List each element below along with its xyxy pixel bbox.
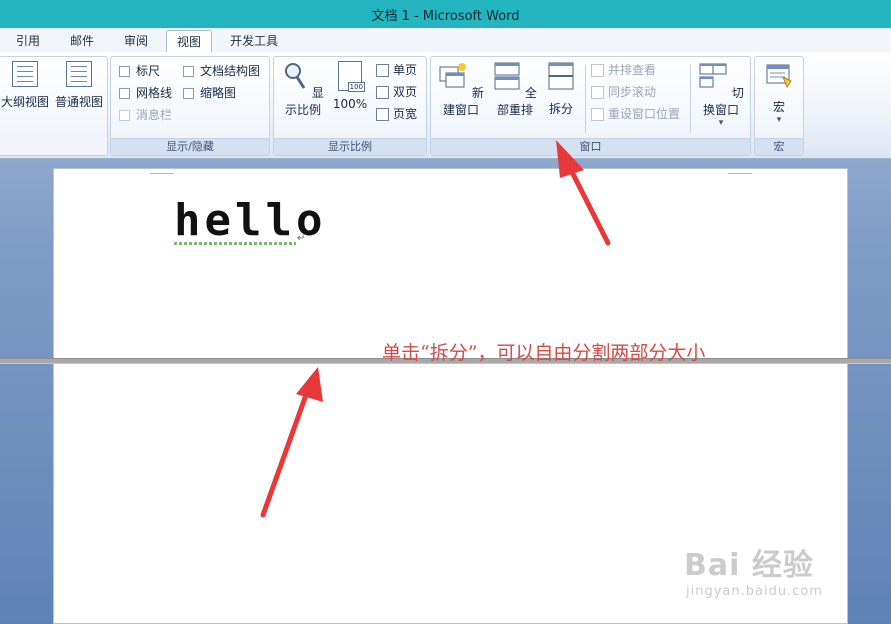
message-bar-checkbox-box (119, 109, 130, 121)
doc-map-checkbox-box[interactable] (183, 65, 194, 77)
outline-view-button[interactable]: 大纲视图 (1, 61, 49, 110)
gridlines-checkbox-box[interactable] (119, 87, 130, 99)
page-corner-mark-left (150, 173, 174, 174)
draft-view-button[interactable]: 普通视图 (53, 61, 105, 110)
window-title: 文档 1 - Microsoft Word (371, 8, 520, 24)
window-group-divider (585, 65, 586, 133)
two-pages-label: 双页 (393, 85, 418, 99)
window-group-divider-2 (690, 65, 691, 133)
side-by-side-button: 并排查看 (591, 61, 656, 79)
title-bar: 文档 1 - Microsoft Word (0, 0, 891, 28)
arrange-all-button[interactable]: 全部重排 (489, 61, 541, 118)
watermark-url: jingyan.baidu.com (686, 584, 823, 599)
zoom-100-button[interactable]: 100 100% (332, 61, 368, 111)
new-window-icon (439, 63, 467, 88)
page-width-button[interactable]: 页宽 (376, 105, 417, 123)
macros-button[interactable]: 宏 ▾ (759, 61, 799, 125)
zoom-100-badge: 100 (347, 82, 365, 92)
side-by-side-label: 并排查看 (608, 63, 657, 77)
group-document-views: 大纲视图 普通视图 (0, 56, 108, 156)
group-macros: 宏 ▾ 宏 (754, 56, 804, 156)
ruler-label: 标尺 (136, 64, 161, 78)
split-label: 拆分 (548, 102, 573, 116)
switch-windows-button[interactable]: 切换窗口 ▾ (693, 61, 749, 128)
gridlines-checkbox[interactable]: 网格线 (119, 84, 172, 102)
switch-windows-icon (699, 63, 727, 88)
draft-view-label: 普通视图 (54, 95, 103, 109)
window-group-label: 窗口 (431, 138, 750, 155)
macros-icon (766, 64, 792, 89)
tab-view[interactable]: 视图 (166, 30, 213, 53)
outline-view-label: 大纲视图 (1, 95, 50, 109)
watermark-logo-text: Bai 经验 (684, 548, 814, 583)
outline-view-icon (12, 61, 38, 87)
reset-position-icon (591, 107, 604, 121)
draft-view-icon (66, 61, 92, 87)
tab-developer[interactable]: 开发工具 (220, 30, 288, 52)
arrange-all-icon (494, 62, 520, 90)
reset-position-button: 重设窗口位置 (591, 105, 680, 123)
ruler-checkbox-box[interactable] (119, 65, 130, 77)
page-width-icon (376, 107, 389, 121)
annotation-text: 单击“拆分”，可以自由分割两部分大小 (382, 342, 706, 364)
tab-references[interactable]: 引用 (6, 30, 50, 52)
zoom-group-label: 显示比例 (274, 138, 426, 155)
magnifier-icon (285, 63, 306, 89)
message-bar-checkbox: 消息栏 (119, 106, 172, 124)
paragraph-mark: ↵ (297, 233, 306, 244)
thumbnails-label: 缩略图 (200, 86, 237, 100)
macros-label: 宏 (772, 100, 785, 114)
macros-group-label: 宏 (755, 138, 803, 155)
show-hide-group-label: 显示/隐藏 (111, 138, 269, 155)
thumbnails-checkbox[interactable]: 缩略图 (183, 84, 236, 102)
baidu-watermark: Bai 经验 jingyan.baidu.com (684, 540, 884, 610)
one-page-icon (376, 63, 389, 77)
thumbnails-checkbox-box[interactable] (183, 87, 194, 99)
zoom-button[interactable]: 显示比例 (278, 61, 328, 118)
page-width-label: 页宽 (393, 107, 418, 121)
spellcheck-underline (174, 242, 296, 245)
side-by-side-icon (591, 63, 604, 77)
macros-caret: ▾ (776, 115, 782, 125)
sync-scroll-icon (591, 85, 604, 99)
two-pages-icon (376, 85, 389, 99)
gridlines-label: 网格线 (136, 86, 173, 100)
one-page-label: 单页 (393, 63, 418, 77)
ribbon-tab-bar: 引用 邮件 审阅 视图 开发工具 (0, 28, 891, 53)
group-zoom: 显示比例 100 100% 单页 双页 页宽 显示比例 (273, 56, 427, 156)
new-window-button[interactable]: 新建窗口 (433, 61, 489, 118)
sync-scroll-button: 同步滚动 (591, 83, 656, 101)
switch-windows-caret: ▾ (718, 118, 724, 128)
two-pages-button[interactable]: 双页 (376, 83, 417, 101)
tab-mailings[interactable]: 邮件 (60, 30, 104, 52)
ribbon: 大纲视图 普通视图 标尺 网格线 消息栏 文档结构图 缩略图 显示/隐藏 显示比… (0, 52, 891, 159)
split-icon (548, 62, 574, 90)
message-bar-label: 消息栏 (136, 108, 173, 122)
group-window: 新建窗口 全部重排 拆分 并排查看 同步滚动 重设窗口位置 切换窗口 ▾ 窗口 (430, 56, 751, 156)
zoom-100-label: 100% (332, 97, 368, 111)
page-corner-mark-right (728, 173, 752, 174)
doc-map-checkbox[interactable]: 文档结构图 (183, 62, 260, 80)
one-page-button[interactable]: 单页 (376, 61, 417, 79)
group-show-hide: 标尺 网格线 消息栏 文档结构图 缩略图 显示/隐藏 (110, 56, 270, 156)
reset-position-label: 重设窗口位置 (608, 107, 681, 121)
split-button[interactable]: 拆分 (543, 61, 579, 117)
page-100-icon: 100 (338, 61, 365, 92)
doc-map-label: 文档结构图 (200, 64, 261, 78)
ruler-checkbox[interactable]: 标尺 (119, 62, 160, 80)
sync-scroll-label: 同步滚动 (608, 85, 657, 99)
tab-review[interactable]: 审阅 (114, 30, 158, 52)
